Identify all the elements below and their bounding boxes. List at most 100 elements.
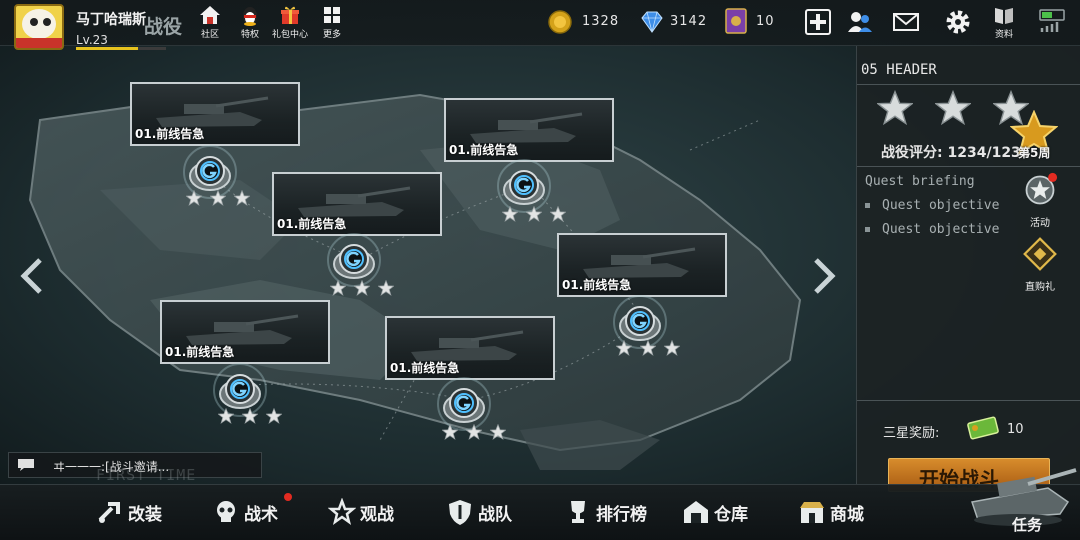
privilege-label: 特权 — [240, 30, 259, 40]
top-bar: 马丁哈瑞斯 Lv.23 战役 社区 特权 礼包中心 更多 1328 3142 1… — [0, 0, 1080, 50]
rating-star-icon — [217, 407, 235, 424]
nav-modify-label: 改装 — [128, 504, 162, 525]
shield-icon — [449, 500, 471, 525]
nav-spectate[interactable]: 观战 — [328, 495, 394, 529]
xp-bar — [76, 47, 138, 50]
rating-star-icon — [377, 279, 395, 296]
community-button[interactable]: 社区 — [190, 4, 230, 44]
gear-icon[interactable] — [944, 8, 972, 36]
week-badge-label: 第5周 — [1018, 146, 1051, 160]
prev-page-arrow-icon[interactable] — [16, 256, 48, 296]
mission-card[interactable]: 01.前线告急 — [130, 82, 300, 146]
info-button[interactable]: 资料 — [984, 4, 1024, 44]
community-label: 社区 — [200, 30, 219, 40]
gold-coin-icon — [548, 10, 572, 34]
nav-shop[interactable]: 商城 — [798, 495, 864, 529]
rating-star-icon — [209, 189, 227, 206]
mission-name: 01.前线告急 — [165, 345, 235, 359]
nav-spectate-label: 观战 — [360, 504, 394, 525]
player-level: Lv.23 — [76, 33, 108, 47]
three-star-reward-value: 10 — [1007, 422, 1024, 437]
mission-name: 01.前线告急 — [562, 278, 632, 292]
diamond-currency[interactable]: 3142 — [640, 10, 730, 34]
mission-card[interactable]: 01.前线告急 — [444, 98, 614, 162]
rating-star-icon — [265, 407, 283, 424]
gift-center-label: 礼包中心 — [271, 30, 308, 40]
card-value: 10 — [756, 14, 775, 29]
mission-star-rating — [615, 339, 681, 356]
rating-star-icon — [353, 279, 371, 296]
mission-card[interactable]: 01.前线告急 — [272, 172, 442, 236]
nav-team[interactable]: 战队 — [446, 495, 512, 529]
warehouse-icon — [684, 501, 708, 523]
panel-divider-top — [857, 84, 1080, 85]
score-value: 1234 — [947, 145, 987, 161]
card-icon — [725, 8, 747, 34]
panel-divider-bottom — [857, 400, 1080, 401]
player-name: 马丁哈瑞斯 — [76, 12, 146, 28]
mission-star-rating — [441, 423, 507, 440]
gift-icon — [281, 6, 299, 24]
activity-label: 活动 — [1030, 218, 1050, 229]
grid-icon — [324, 7, 340, 23]
mission-star-rating — [217, 407, 283, 424]
mission-name: 01.前线告急 — [390, 361, 460, 375]
activity-button[interactable]: 活动 — [1013, 172, 1067, 229]
direct-purchase-button[interactable]: 直购礼 — [1013, 236, 1067, 293]
panel-header: 05 HEADER — [861, 62, 937, 78]
chat-bubble-icon — [18, 459, 34, 471]
nav-leaderboard[interactable]: 排行榜 — [564, 495, 647, 529]
objective-item: Quest objective — [865, 222, 999, 237]
campaign-score: 战役评分: 1234/1234 — [881, 142, 1031, 162]
shop-icon — [800, 502, 824, 523]
gift-center-button[interactable]: 礼包中心 — [270, 4, 310, 44]
next-page-arrow-icon[interactable] — [808, 256, 840, 296]
task-label: 任务 — [1012, 516, 1043, 534]
mail-icon[interactable] — [892, 8, 920, 36]
mission-card[interactable]: 01.前线告急 — [160, 300, 330, 364]
card-currency[interactable]: 10 — [722, 8, 802, 34]
objective-text: Quest objective — [882, 198, 1000, 213]
player-avatar[interactable] — [14, 4, 64, 50]
rating-star-icon — [441, 423, 459, 440]
mission-star-rating — [501, 205, 567, 222]
objective-text: Quest objective — [882, 222, 1000, 237]
rating-star-icon — [501, 205, 519, 222]
gold-currency[interactable]: 1328 — [548, 10, 634, 34]
gift-diamond-icon — [1023, 237, 1057, 271]
tank-silhouette-icon — [583, 247, 696, 278]
briefing-title: Quest briefing — [865, 174, 975, 189]
task-button[interactable]: 任务 — [958, 458, 1080, 540]
nav-modify[interactable]: 改装 — [96, 495, 162, 529]
mission-card[interactable]: 01.前线告急 — [385, 316, 555, 380]
tactics-notification-dot — [284, 493, 292, 501]
more-label: 更多 — [322, 30, 341, 40]
home-icon — [200, 6, 220, 24]
nav-warehouse-label: 仓库 — [714, 504, 748, 525]
direct-purchase-label: 直购礼 — [1025, 282, 1055, 293]
book-icon — [995, 8, 1013, 24]
info-label: 资料 — [994, 30, 1013, 40]
mission-name: 01.前线告急 — [135, 127, 205, 141]
plus-icon[interactable] — [804, 8, 832, 36]
privilege-button[interactable]: 特权 — [230, 4, 270, 44]
diamond-icon — [641, 11, 663, 33]
skull-icon — [217, 501, 235, 522]
mission-card[interactable]: 01.前线告急 — [557, 233, 727, 297]
trophy-icon — [571, 501, 585, 523]
tank-silhouette-icon — [186, 314, 299, 345]
panel-divider-mid — [857, 166, 1080, 167]
more-button[interactable]: 更多 — [312, 4, 352, 44]
tank-silhouette-icon — [411, 330, 524, 361]
rating-star-icon — [663, 339, 681, 356]
nav-tactics[interactable]: 战术 — [212, 495, 278, 529]
ticket-icon — [967, 416, 999, 440]
medal-icon — [1025, 172, 1058, 205]
friends-icon[interactable] — [846, 8, 874, 36]
rating-star-icon — [233, 189, 251, 206]
bottom-nav-bar: 改装 战术 观战 战队 排行榜 仓库 商城 — [0, 484, 1080, 540]
nav-team-label: 战队 — [478, 504, 512, 525]
mission-star-rating — [329, 279, 395, 296]
nav-warehouse[interactable]: 仓库 — [682, 495, 748, 529]
mission-name: 01.前线告急 — [277, 217, 347, 231]
